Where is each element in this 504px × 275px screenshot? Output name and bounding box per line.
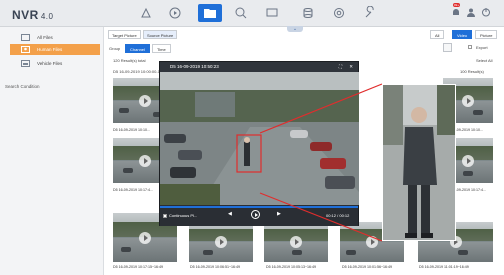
zoomed-person: [383, 85, 455, 240]
zoomed-target-view: [382, 84, 456, 241]
